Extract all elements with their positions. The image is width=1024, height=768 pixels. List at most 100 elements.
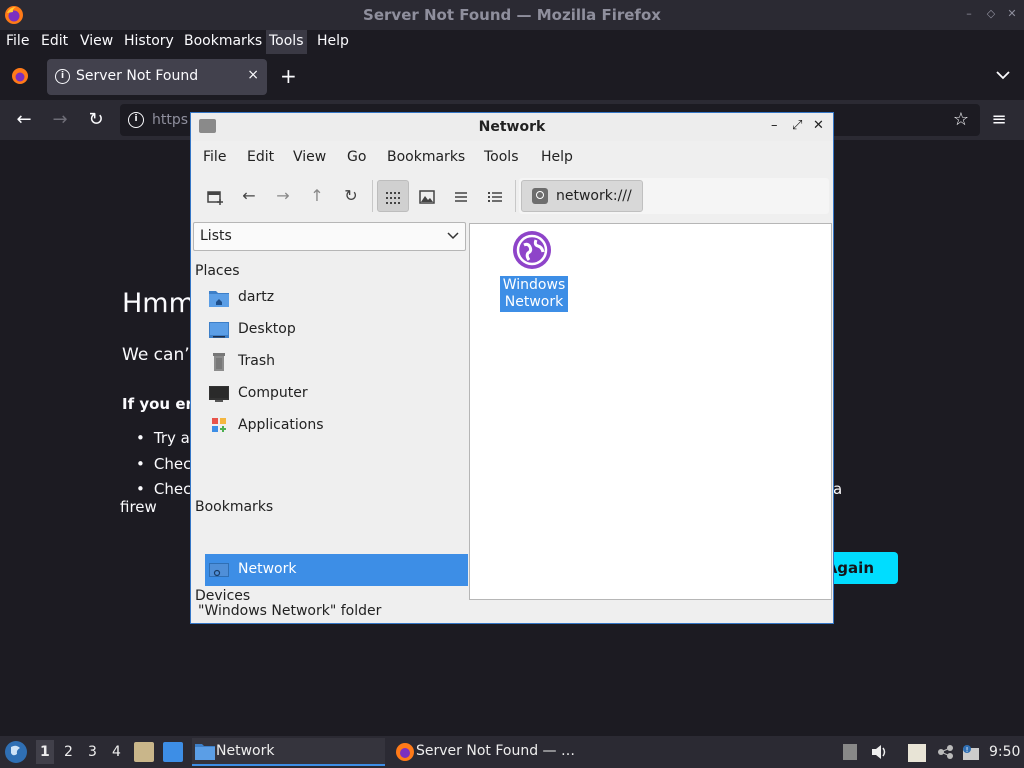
volume-icon[interactable]: [871, 744, 887, 760]
back-icon[interactable]: ←: [13, 109, 35, 131]
network-globe-icon: [512, 230, 552, 270]
sidebar-item-applications[interactable]: Applications: [205, 410, 468, 442]
home-folder-icon: [209, 289, 229, 307]
sidebar-item-dartz[interactable]: dartz: [205, 282, 468, 314]
file-manager-window: Network – ⤢ ✕ File Edit View Go Bookmark…: [190, 112, 834, 624]
side-pane: Places dartz Desktop Trash Computer Appl…: [193, 258, 468, 608]
workspace-4[interactable]: 4: [112, 744, 121, 760]
fm-menu-help[interactable]: Help: [541, 149, 573, 165]
window-title: Server Not Found — Mozilla Firefox: [363, 6, 661, 24]
tab-close-icon[interactable]: ×: [247, 67, 259, 83]
url-text[interactable]: https: [152, 112, 188, 128]
section-devices[interactable]: Devices: [195, 588, 250, 604]
menu-file[interactable]: File: [3, 30, 32, 54]
maximize-icon[interactable]: ⤢: [792, 118, 802, 134]
section-bookmarks[interactable]: Bookmarks: [195, 499, 273, 515]
close-icon[interactable]: ✕: [1005, 7, 1019, 21]
bookmark-star-icon[interactable]: ☆: [950, 109, 972, 131]
hamburger-menu-icon[interactable]: ≡: [988, 109, 1010, 131]
workspace-1[interactable]: 1: [36, 740, 54, 764]
section-places[interactable]: Places: [195, 263, 240, 279]
file-manager-launcher-icon[interactable]: [134, 742, 154, 762]
sidebar-item-network[interactable]: Network: [205, 554, 468, 586]
minimize-icon[interactable]: –: [771, 118, 778, 134]
fm-menu-bookmarks[interactable]: Bookmarks: [387, 149, 465, 165]
up-icon[interactable]: ↑: [301, 180, 333, 212]
computer-icon: [209, 385, 229, 403]
firefox-titlebar: Server Not Found — Mozilla Firefox – ◇ ✕: [0, 0, 1024, 30]
site-info-icon[interactable]: i: [128, 112, 144, 128]
task-network[interactable]: Network: [192, 738, 385, 766]
tab-bar: i Server Not Found × +: [0, 54, 1024, 100]
menu-view[interactable]: View: [77, 30, 116, 54]
forward-icon[interactable]: →: [49, 109, 71, 131]
menu-tools[interactable]: Tools: [266, 30, 307, 54]
desktop-icon: [209, 321, 229, 339]
chevron-down-icon: [447, 227, 459, 249]
back-icon[interactable]: ←: [233, 180, 265, 212]
forward-icon[interactable]: →: [267, 180, 299, 212]
path-button-network[interactable]: network:///: [521, 180, 643, 212]
side-pane-mode-select[interactable]: Lists: [193, 222, 466, 251]
menu-edit[interactable]: Edit: [38, 30, 71, 54]
path-bar: network:///: [519, 178, 829, 214]
menu-bookmarks[interactable]: Bookmarks: [181, 30, 265, 54]
new-tab-icon[interactable]: [199, 180, 231, 212]
file-manager-menubar: File Edit View Go Bookmarks Tools Help: [191, 143, 833, 171]
fm-menu-go[interactable]: Go: [347, 149, 366, 165]
folder-icon: [195, 742, 215, 760]
new-tab-button[interactable]: +: [280, 66, 297, 86]
clipboard-icon[interactable]: [908, 744, 926, 762]
clock: 9:50: [989, 744, 1021, 760]
error-heading: Hmm: [122, 288, 195, 319]
side-pane-mode-value: Lists: [200, 228, 232, 244]
file-manager-title: Network: [478, 119, 546, 135]
minimize-icon[interactable]: –: [962, 7, 976, 21]
file-manager-titlebar[interactable]: Network – ⤢ ✕: [191, 113, 833, 141]
fm-menu-view[interactable]: View: [293, 149, 326, 165]
eject-icon[interactable]: [843, 744, 857, 760]
file-manager-toolbar: ← → ↑ ↻ network:///: [191, 176, 833, 216]
menu-history[interactable]: History: [121, 30, 177, 54]
file-item-label: Windows Network: [500, 276, 568, 312]
workspace-2[interactable]: 2: [64, 744, 73, 760]
sidebar-item-computer[interactable]: Computer: [205, 378, 468, 410]
tab-label: Server Not Found: [76, 68, 199, 84]
tab-server-not-found[interactable]: i Server Not Found ×: [47, 59, 267, 95]
reload-icon[interactable]: ↻: [335, 180, 367, 212]
close-icon[interactable]: ✕: [813, 118, 824, 134]
error-bold-text: If you er: [122, 395, 193, 413]
toolbar-separator: [515, 180, 516, 212]
thumbnail-view-icon[interactable]: [411, 180, 443, 212]
sidebar-item-desktop[interactable]: Desktop: [205, 314, 468, 346]
compact-view-icon[interactable]: [445, 180, 477, 212]
update-notifier-icon[interactable]: !: [961, 744, 979, 760]
start-menu-icon[interactable]: [5, 741, 27, 763]
network-drive-icon: [532, 188, 548, 204]
applications-icon: [209, 417, 229, 435]
sidebar-item-trash[interactable]: Trash: [205, 346, 468, 378]
network-icon: [209, 561, 229, 579]
fm-menu-tools[interactable]: Tools: [484, 149, 519, 165]
reload-icon[interactable]: ↻: [85, 109, 107, 131]
firefox-view-icon[interactable]: [10, 66, 30, 90]
menu-help[interactable]: Help: [314, 30, 352, 54]
fm-menu-file[interactable]: File: [203, 149, 226, 165]
status-bar-text: "Windows Network" folder: [198, 603, 382, 619]
suggestion-tail-text: a: [833, 480, 843, 498]
chevron-down-icon[interactable]: [996, 68, 1010, 84]
maximize-icon[interactable]: ◇: [984, 7, 998, 21]
file-view[interactable]: Windows Network: [469, 223, 832, 600]
path-text: network:///: [556, 188, 632, 204]
firefox-menubar: File Edit View History Bookmarks Tools H…: [0, 30, 1024, 54]
error-suggestions: Try ac Chec Checfirew: [120, 428, 198, 520]
icon-view-icon[interactable]: [377, 180, 409, 212]
info-icon: i: [55, 69, 70, 84]
fm-menu-edit[interactable]: Edit: [247, 149, 274, 165]
network-status-icon[interactable]: [937, 744, 953, 760]
detailed-list-view-icon[interactable]: [479, 180, 511, 212]
desktop-launcher-icon[interactable]: [163, 742, 183, 762]
taskbar: 1 2 3 4 Network Server Not Found — … ! 9…: [0, 736, 1024, 768]
task-firefox[interactable]: Server Not Found — …: [392, 738, 592, 766]
workspace-3[interactable]: 3: [88, 744, 97, 760]
